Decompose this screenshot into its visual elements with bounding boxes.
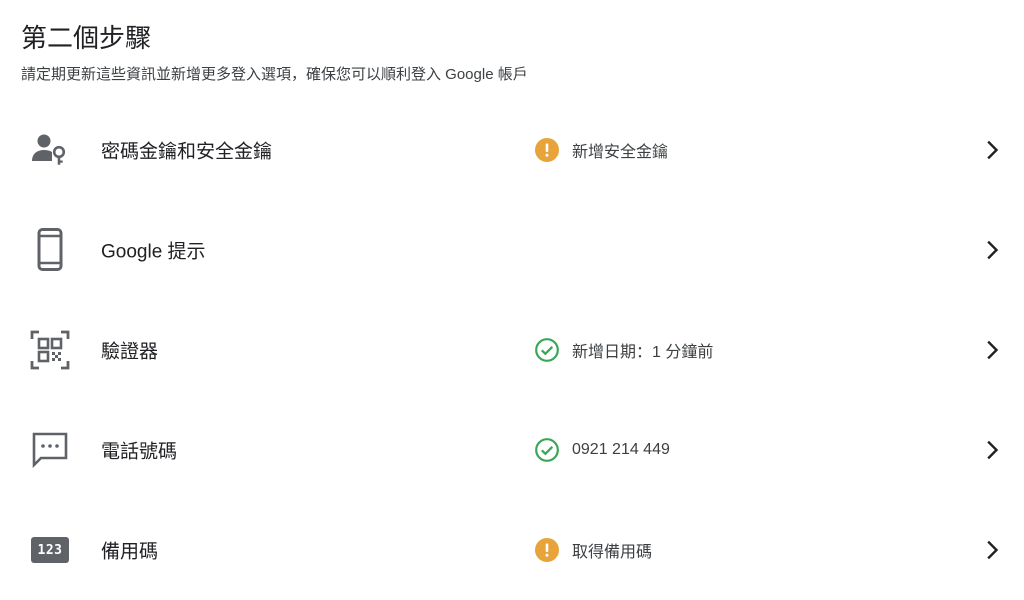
chevron-right-icon bbox=[982, 139, 1004, 161]
chevron-right-icon bbox=[982, 239, 1004, 261]
row-label: 密碼金鑰和安全金鑰 bbox=[101, 141, 273, 163]
row-google-prompt[interactable]: Google 提示 bbox=[0, 200, 1024, 300]
chevron-right-icon bbox=[982, 439, 1004, 461]
message-dots-icon bbox=[30, 430, 70, 470]
passkey-person-key-icon bbox=[30, 130, 70, 170]
phone-icon bbox=[30, 228, 70, 271]
row-passkeys[interactable]: 密碼金鑰和安全金鑰 新增安全金鑰 bbox=[0, 100, 1024, 200]
status-text: 取得備用碼 bbox=[572, 544, 653, 561]
status-text: 新增日期：1 分鐘前 bbox=[572, 344, 714, 361]
sign-in-options-list: 密碼金鑰和安全金鑰 新增安全金鑰 Google 提示 驗證器 新增日期：1 分鐘… bbox=[0, 100, 1024, 600]
chevron-right-icon bbox=[982, 339, 1004, 361]
row-label: 驗證器 bbox=[101, 341, 159, 363]
row-label: 備用碼 bbox=[101, 541, 159, 563]
backup-codes-123-icon: 123 bbox=[30, 530, 70, 570]
row-authenticator[interactable]: 驗證器 新增日期：1 分鐘前 bbox=[0, 300, 1024, 400]
qr-code-scanner-icon bbox=[30, 330, 70, 370]
row-backup-codes[interactable]: 123 備用碼 取得備用碼 bbox=[0, 500, 1024, 600]
row-status: 0921 214 449 bbox=[535, 438, 670, 462]
check-circle-icon bbox=[535, 338, 559, 362]
check-circle-icon bbox=[535, 438, 559, 462]
row-label: Google 提示 bbox=[101, 241, 206, 263]
row-status: 新增安全金鑰 bbox=[535, 138, 668, 162]
page-title: 第二個步驟 bbox=[21, 23, 152, 53]
row-label: 電話號碼 bbox=[101, 441, 178, 463]
status-text: 新增安全金鑰 bbox=[572, 144, 669, 161]
warning-icon bbox=[535, 138, 559, 162]
row-status: 新增日期：1 分鐘前 bbox=[535, 338, 713, 362]
row-status: 取得備用碼 bbox=[535, 538, 652, 562]
warning-icon bbox=[535, 538, 559, 562]
row-phone-number[interactable]: 電話號碼 0921 214 449 bbox=[0, 400, 1024, 500]
chevron-right-icon bbox=[982, 539, 1004, 561]
backup-codes-icon-text: 123 bbox=[37, 542, 63, 558]
status-text: 0921 214 449 bbox=[572, 441, 670, 458]
page-subtitle: 請定期更新這些資訊並新增更多登入選項，確保您可以順利登入 Google 帳戶 bbox=[21, 66, 528, 83]
page-header: 第二個步驟 請定期更新這些資訊並新增更多登入選項，確保您可以順利登入 Googl… bbox=[21, 18, 1004, 86]
